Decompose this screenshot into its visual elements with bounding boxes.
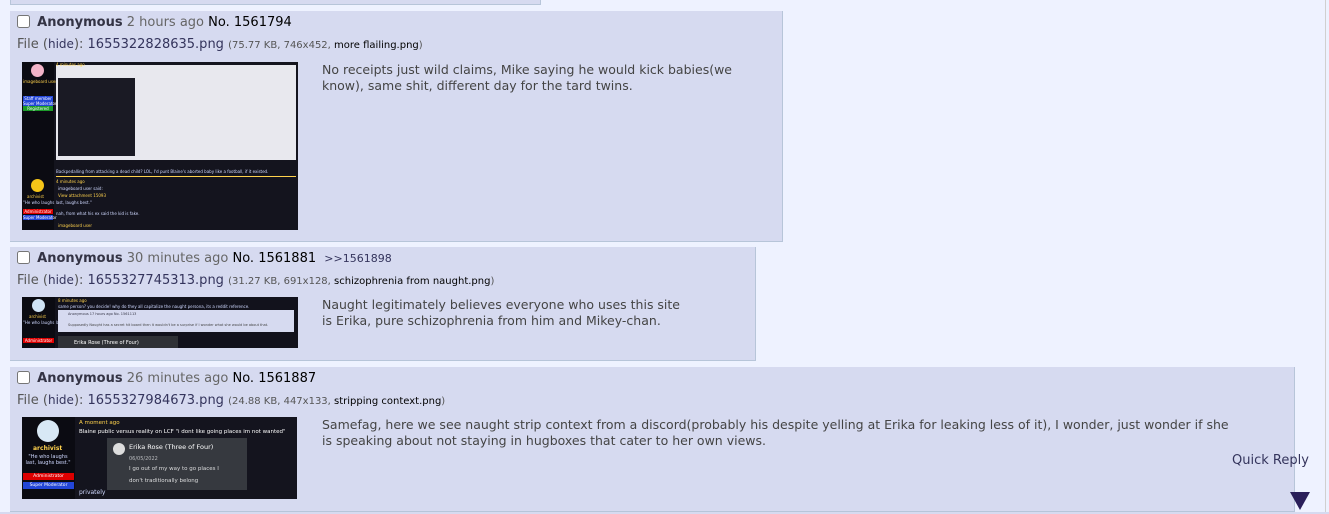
post-comment: Naught legitimately believes everyone wh… [322, 297, 681, 328]
file-meta: (75.77 KB, 746x452, more flailing.png) [228, 40, 423, 51]
hide-file-link[interactable]: hide [48, 393, 74, 407]
thumb-time: 4 minutes ago [56, 62, 85, 67]
original-filename: more flailing.png [334, 40, 419, 51]
file-meta: (24.88 KB, 447x133, stripping context.pn… [228, 396, 446, 407]
thumb-badge-admin: Administrator [23, 338, 54, 343]
thumb-divider [56, 176, 296, 177]
thumb-quote: "He who laughs last, laughs best." [25, 454, 71, 466]
post-header: Anonymous 2 hours ago No. 1561794 [17, 15, 292, 30]
file-size: 31.27 KB [231, 276, 278, 287]
post-comment: Samefag, here we see naught strip contex… [322, 417, 1229, 448]
poster-name: Anonymous [37, 251, 123, 266]
thumb-privately: privately [79, 489, 106, 496]
post-date: 30 minutes ago [126, 251, 229, 266]
page-right-border [1325, 0, 1326, 514]
file-name-link[interactable]: 1655327984673.png [88, 393, 224, 408]
thumb-post-text: Supposedly Naught has a secret hit board… [68, 323, 269, 327]
post-number-link[interactable]: 1561794 [234, 15, 292, 30]
file-size: 75.77 KB [231, 40, 278, 51]
file-thumbnail[interactable]: imageboard user Staff member Super Moder… [22, 62, 298, 230]
poster-name: Anonymous [37, 15, 123, 30]
thumb-username: imageboard user [23, 79, 58, 84]
thumb-nested-dark [58, 78, 135, 156]
thumb-card-name: Erika Rose (Three of Four) [74, 340, 139, 346]
thumb-username: archivist [29, 314, 46, 319]
post-no-label: No. [232, 371, 255, 386]
file-label: File [17, 273, 39, 288]
reply-post: Anonymous 2 hours ago No. 1561794 File (… [10, 11, 783, 242]
post-date: 26 minutes ago [126, 371, 229, 386]
poster-name: Anonymous [37, 371, 123, 386]
reply-post: Anonymous 30 minutes ago No. 1561881 >>1… [10, 247, 756, 361]
thumb-badge-admin: Administrator [23, 209, 53, 214]
quick-reply-link[interactable]: Quick Reply [1232, 453, 1309, 468]
thumb-avatar-yellow [31, 179, 44, 192]
file-thumbnail[interactable]: archivist "He who laughs last, laughs be… [22, 417, 297, 499]
thumb-avatar-pink [31, 64, 44, 77]
post-date: 2 hours ago [126, 15, 204, 30]
file-name-link[interactable]: 1655327745313.png [88, 273, 224, 288]
thumb-time: A moment ago [79, 420, 120, 426]
thumb-badge-registered: Registered [23, 106, 53, 111]
file-dims: 746x452 [283, 40, 328, 51]
post-header: Anonymous 30 minutes ago No. 1561881 >>1… [17, 251, 392, 266]
post-select-checkbox[interactable] [17, 251, 30, 264]
thumb-time2: 4 minutes ago [56, 179, 85, 184]
thumb-badge-mod: Super Moderator [23, 482, 74, 489]
thumb-avatar [37, 420, 59, 442]
file-info: File (hide): 1655322828635.png (75.77 KB… [17, 37, 423, 52]
file-label: File [17, 37, 39, 52]
thumb-card-line1: I go out of my way to go places I [129, 466, 219, 472]
file-info: File (hide): 1655327984673.png (24.88 KB… [17, 393, 446, 408]
file-size: 24.88 KB [231, 396, 278, 407]
post-number-link[interactable]: 1561881 [258, 251, 316, 266]
thumb-view: View attachment 15093 [58, 193, 106, 198]
post-select-checkbox[interactable] [17, 371, 30, 384]
file-info: File (hide): 1655327745313.png (31.27 KB… [17, 273, 495, 288]
thumb-line1: Backpedalling from attacking a dead chil… [56, 169, 269, 174]
thumb-badge-admin: Administrator [23, 473, 74, 480]
post-no-label: No. [232, 251, 255, 266]
previous-post-edge [10, 0, 541, 5]
file-label: File [17, 393, 39, 408]
thumb-card-line2: don't traditionally belong [129, 478, 199, 484]
original-filename: schizophrenia from naught.png [334, 276, 491, 287]
thumb-badge-mod2: Super Moderator [23, 215, 57, 220]
scroll-down-arrow-icon[interactable] [1290, 492, 1310, 510]
thumb-said: imageboard user said: [58, 186, 103, 191]
backlink[interactable]: >>1561898 [324, 252, 391, 265]
file-dims: 691x128 [283, 276, 328, 287]
hide-file-link[interactable]: hide [48, 37, 74, 51]
thumb-time: 8 minutes ago [58, 298, 87, 303]
file-thumbnail[interactable]: archivist "He who laughs last, laughs be… [22, 297, 298, 348]
file-name-link[interactable]: 1655322828635.png [88, 37, 224, 52]
thumb-footer: imageboard user [58, 223, 93, 228]
post-select-checkbox[interactable] [17, 15, 30, 28]
post-number-link[interactable]: 1561887 [258, 371, 316, 386]
thumb-quote: "He who laughs last, laughs best." [23, 200, 92, 205]
thumb-post-meta: Anonymous 17 hours ago No. 1561113 [68, 312, 137, 316]
post-no-label: No. [208, 15, 230, 30]
thumb-card-avatar [113, 443, 125, 455]
post-comment: No receipts just wild claims, Mike sayin… [322, 62, 732, 93]
file-dims: 447x133 [283, 396, 328, 407]
thumb-username: archivist [33, 445, 63, 452]
file-meta: (31.27 KB, 691x128, schizophrenia from n… [228, 276, 495, 287]
thumb-line1: same person? you decide! why do they all… [58, 304, 250, 309]
reply-post: Anonymous 26 minutes ago No. 1561887 Fil… [10, 367, 1295, 512]
original-filename: stripping context.png [334, 396, 442, 407]
thumb-avatar [32, 299, 45, 312]
thumb-card-name: Erika Rose (Three of Four) [129, 443, 214, 451]
thumb-user2: archivist [27, 194, 44, 199]
hide-file-link[interactable]: hide [48, 273, 74, 287]
thumb-line2: nah, from what his ex said the kid is fa… [56, 211, 140, 216]
post-header: Anonymous 26 minutes ago No. 1561887 [17, 371, 316, 386]
thumb-title: Blaine public versus reality on LCF "i d… [79, 429, 286, 435]
thumb-card-date: 06/05/2022 [129, 456, 158, 462]
